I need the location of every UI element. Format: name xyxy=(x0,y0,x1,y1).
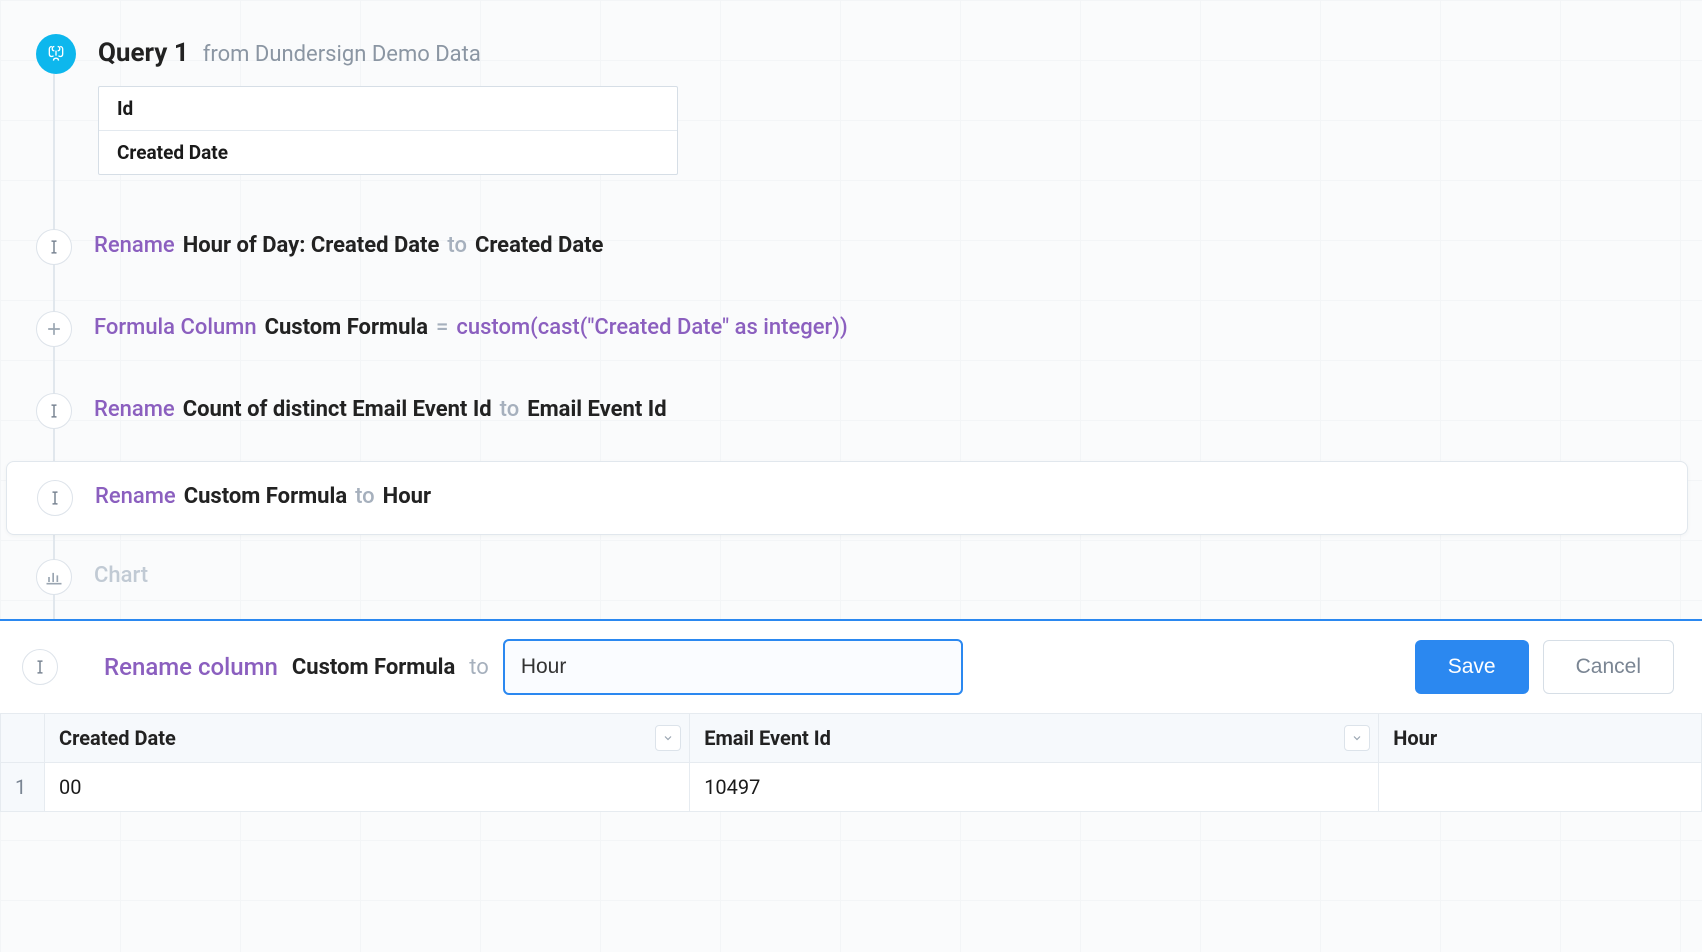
query-header-step: Query 1 from Dundersign Demo Data Id Cre… xyxy=(0,20,1702,189)
query-source: from Dundersign Demo Data xyxy=(203,42,481,67)
results-table: Created Date Email Event Id Hour 1 00 10… xyxy=(0,713,1702,812)
cursor-icon xyxy=(36,229,72,265)
cursor-icon xyxy=(36,393,72,429)
column-header-email-event-id[interactable]: Email Event Id xyxy=(690,714,1379,763)
rename-step[interactable]: Rename Hour of Day: Created Date to Crea… xyxy=(0,215,1702,279)
rename-step[interactable]: Rename Count of distinct Email Event Id … xyxy=(0,379,1702,443)
rename-from: Custom Formula xyxy=(184,484,347,509)
rename-editor-joiner: to xyxy=(469,655,489,680)
column-item[interactable]: Id xyxy=(99,87,677,131)
plus-icon xyxy=(36,311,72,347)
query-title[interactable]: Query 1 xyxy=(98,38,189,68)
rename-label: Rename xyxy=(94,233,175,258)
rename-from: Hour of Day: Created Date xyxy=(183,233,440,258)
chart-icon xyxy=(36,559,72,595)
chevron-down-icon[interactable] xyxy=(655,725,681,751)
rename-from: Count of distinct Email Event Id xyxy=(183,397,492,422)
rename-editor-column: Custom Formula xyxy=(292,655,455,680)
rename-to: Created Date xyxy=(475,233,603,258)
rename-input[interactable] xyxy=(503,639,963,695)
cell-hour xyxy=(1379,763,1702,812)
chevron-down-icon[interactable] xyxy=(1344,725,1370,751)
rename-joiner: to xyxy=(447,233,467,258)
rename-to: Email Event Id xyxy=(527,397,666,422)
column-header-created-date[interactable]: Created Date xyxy=(45,714,690,763)
query-pipeline: Query 1 from Dundersign Demo Data Id Cre… xyxy=(0,0,1702,619)
cursor-icon xyxy=(37,480,73,516)
formula-expr: custom(cast("Created Date" as integer)) xyxy=(456,315,847,340)
cell-email-event-id: 10497 xyxy=(690,763,1379,812)
column-item[interactable]: Created Date xyxy=(99,131,677,174)
chart-step[interactable]: Chart xyxy=(0,545,1702,619)
column-header-hour[interactable]: Hour xyxy=(1379,714,1702,763)
rename-editor-bar: Rename column Custom Formula to Save Can… xyxy=(0,619,1702,713)
rename-label: Rename xyxy=(94,397,175,422)
cancel-button[interactable]: Cancel xyxy=(1543,640,1674,694)
save-button[interactable]: Save xyxy=(1415,640,1529,694)
cursor-icon xyxy=(22,649,58,685)
row-number-header xyxy=(1,714,45,763)
row-number: 1 xyxy=(1,763,45,812)
selected-columns-box[interactable]: Id Created Date xyxy=(98,86,678,175)
rename-editor-title: Rename column xyxy=(104,653,278,681)
cell-created-date: 00 xyxy=(45,763,690,812)
formula-step[interactable]: Formula Column Custom Formula = custom(c… xyxy=(0,297,1702,361)
formula-col-name: Custom Formula xyxy=(265,315,428,340)
active-step-card[interactable]: Rename Custom Formula to Hour xyxy=(6,461,1688,535)
rename-label: Rename xyxy=(95,484,176,509)
table-row[interactable]: 1 00 10497 xyxy=(1,763,1702,812)
formula-eq: = xyxy=(436,315,448,340)
rename-to: Hour xyxy=(383,484,431,509)
rename-joiner: to xyxy=(500,397,520,422)
formula-label: Formula Column xyxy=(94,315,257,340)
chart-label: Chart xyxy=(94,563,148,588)
rename-joiner: to xyxy=(355,484,375,509)
database-icon xyxy=(36,34,76,74)
